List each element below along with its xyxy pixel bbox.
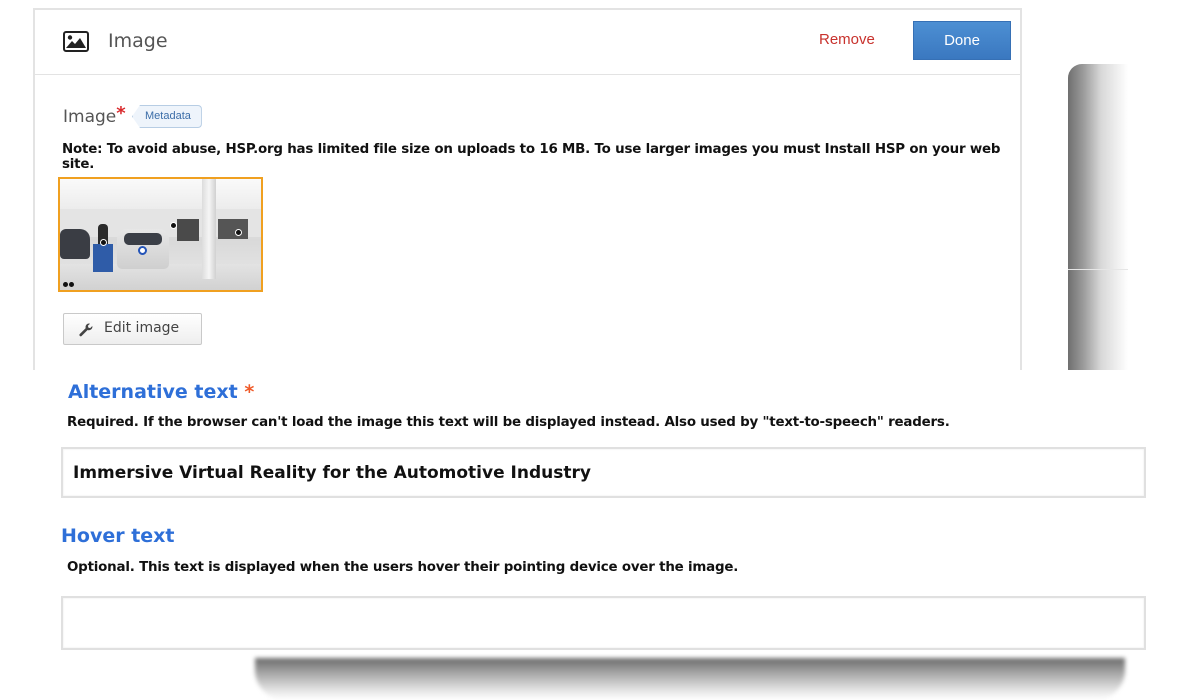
alt-text-label-text: Alternative text: [68, 381, 238, 403]
text-fields-sheet: Alternative text * Required. If the brow…: [33, 370, 1147, 653]
hotspot-icon: [170, 222, 177, 229]
control-dot-icon: [63, 282, 68, 287]
drop-shadow-right: [1068, 64, 1128, 370]
required-marker: *: [116, 103, 126, 124]
drop-shadow-bottom: [255, 658, 1125, 700]
alt-text-help: Required. If the browser can't load the …: [67, 415, 950, 430]
hotspot-icon: [138, 246, 147, 255]
image-field-label-text: Image: [63, 107, 117, 127]
upload-size-note: Note: To avoid abuse, HSP.org has limite…: [62, 142, 1001, 172]
hover-text-help: Optional. This text is displayed when th…: [67, 560, 739, 575]
required-marker: *: [244, 381, 255, 403]
control-dot-icon: [69, 282, 74, 287]
image-field-label: Image*: [63, 103, 126, 127]
hover-text-label: Hover text: [61, 525, 175, 547]
panel-header: Image Remove Done: [35, 10, 1020, 75]
metadata-button[interactable]: Metadata: [132, 105, 202, 128]
panel-title: Image: [108, 30, 168, 52]
done-button[interactable]: Done: [913, 21, 1011, 60]
alt-text-label: Alternative text *: [68, 381, 254, 403]
wrench-icon: [79, 323, 93, 337]
hotspot-icon: [235, 229, 242, 236]
edit-image-label: Edit image: [104, 320, 180, 336]
alt-text-input[interactable]: [61, 447, 1146, 498]
hotspot-icon: [100, 239, 107, 246]
image-thumbnail[interactable]: [58, 177, 263, 292]
remove-button[interactable]: Remove: [819, 31, 875, 48]
edit-image-button[interactable]: Edit image: [63, 313, 202, 345]
image-icon: [63, 31, 89, 52]
hover-text-input[interactable]: [61, 596, 1146, 650]
